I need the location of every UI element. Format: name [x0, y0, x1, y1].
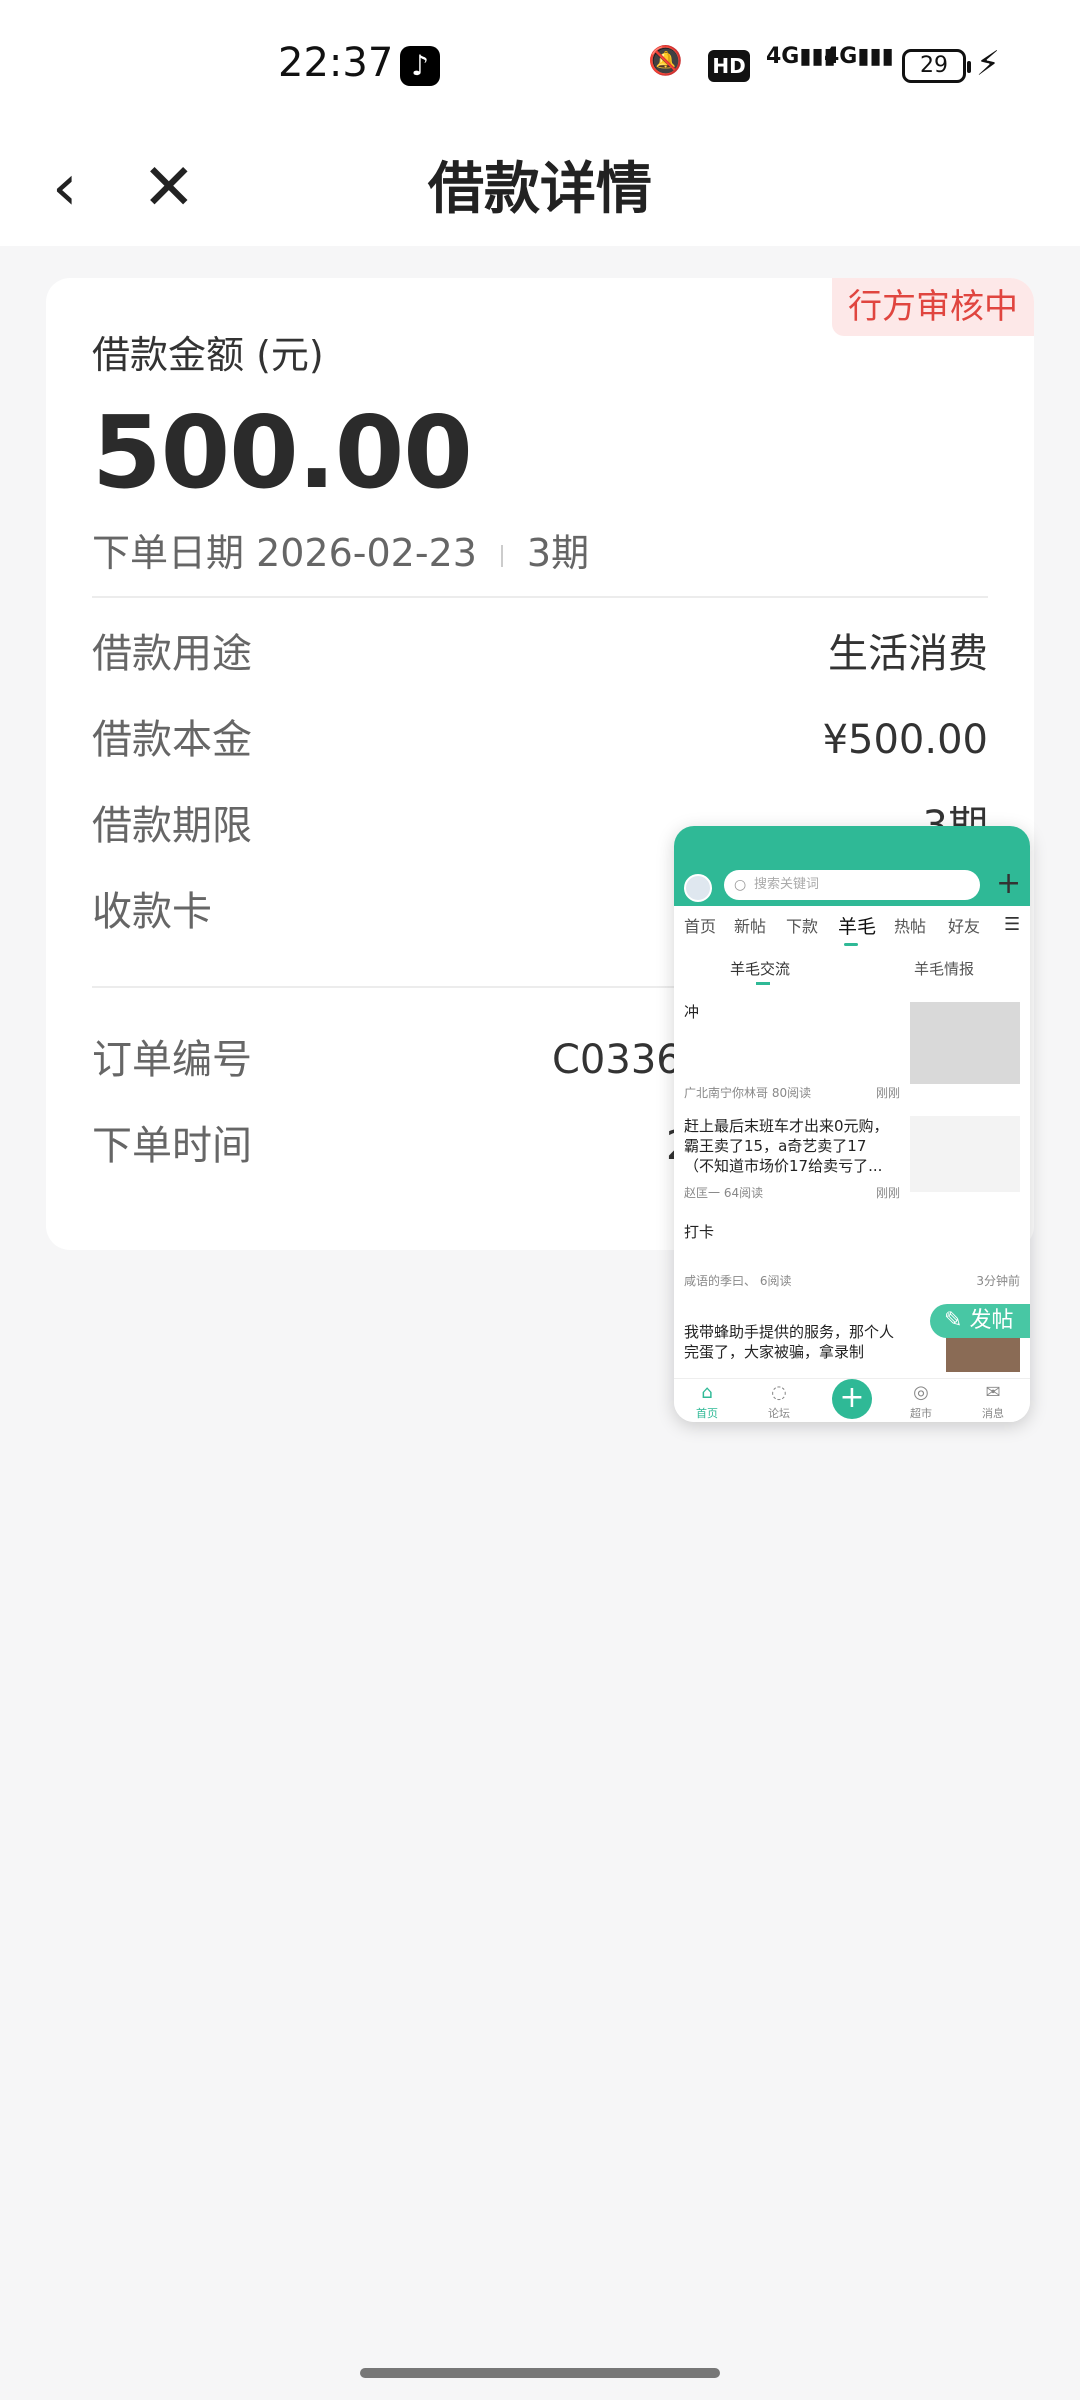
tab-hot[interactable]: 热帖: [894, 912, 926, 942]
tiktok-icon: ♪: [400, 46, 440, 86]
separator: [500, 544, 503, 567]
tab-friends[interactable]: 好友: [948, 912, 980, 942]
battery-icon: 29: [902, 49, 971, 83]
post-thumbnail: [910, 1002, 1020, 1084]
tab-new[interactable]: 新帖: [734, 912, 766, 942]
bag-icon: ◎: [913, 1382, 929, 1403]
search-placeholder: 搜索关键词: [754, 877, 820, 892]
bottom-nav-home[interactable]: ⌂ 首页: [682, 1381, 732, 1421]
bottom-nav-messages[interactable]: ✉ 消息: [968, 1381, 1018, 1421]
detail-label: 借款用途: [92, 631, 252, 677]
center-add-button[interactable]: +: [832, 1379, 872, 1419]
status-time: 22:37: [278, 40, 394, 86]
detail-label: 收款卡: [92, 889, 212, 935]
tab-home[interactable]: 首页: [684, 912, 716, 942]
home-icon: ⌂: [701, 1382, 713, 1403]
post-time: 刚刚: [875, 1186, 900, 1200]
post-time: 刚刚: [875, 1086, 900, 1100]
list-item[interactable]: 打卡 咸语的季曰、 6阅读 3分钟前: [684, 1222, 1020, 1292]
post-title: 冲: [684, 1003, 700, 1021]
detail-label: 借款本金: [92, 717, 252, 763]
post-meta: 咸语的季曰、 6阅读: [684, 1274, 792, 1288]
post-button[interactable]: ✎ 发帖: [930, 1304, 1030, 1338]
add-icon[interactable]: +: [996, 866, 1021, 901]
divider: [92, 596, 988, 598]
tab-loan[interactable]: 下款: [786, 912, 818, 942]
signal-icon-2: 4G▮▮▮: [824, 44, 894, 69]
list-item[interactable]: 冲 广北南宁你林哥 80阅读 刚刚: [684, 1002, 1020, 1102]
post-meta: 广北南宁你林哥 80阅读: [684, 1086, 812, 1100]
detail-row-purpose: 借款用途 生活消费: [92, 624, 988, 684]
home-indicator[interactable]: [360, 2368, 720, 2378]
post-meta: 赵匡一 64阅读: [684, 1186, 764, 1200]
mini-search-input[interactable]: ○ 搜索关键词: [724, 870, 980, 900]
list-item[interactable]: 赶上最后末班车才出来0元购，霸王卖了15，a奇艺卖了17（不知道市场价17给卖亏…: [684, 1116, 1020, 1216]
bottom-nav-market[interactable]: ◎ 超市: [896, 1381, 946, 1421]
post-time: 3分钟前: [976, 1274, 1020, 1288]
order-label: 订单编号: [92, 1037, 252, 1083]
mini-tabs: 首页 新帖 下款 羊毛 热帖 好友: [674, 912, 1030, 946]
detail-value: 生活消费: [828, 631, 988, 677]
chat-icon: ◌: [771, 1382, 787, 1403]
post-title: 赶上最后末班车才出来0元购，霸王卖了15，a奇艺卖了17（不知道市场价17给卖亏…: [684, 1117, 889, 1175]
mail-icon: ✉: [985, 1382, 1001, 1403]
order-label: 下单时间: [92, 1123, 252, 1169]
post-title: 打卡: [684, 1223, 715, 1241]
menu-icon[interactable]: ☰: [1004, 914, 1020, 935]
status-bar: 22:37 ♪ 🔕 HD 4G▮▮▮ 4G▮▮▮ 29 ⚡: [0, 0, 1080, 130]
nav-bar: ‹ ✕ 借款详情: [0, 130, 1080, 246]
order-date: 下单日期 2026-02-23: [92, 531, 477, 575]
detail-label: 借款期限: [92, 803, 252, 849]
bottom-nav-forum[interactable]: ◌ 论坛: [754, 1381, 804, 1421]
floating-window[interactable]: ○ 搜索关键词 + 首页 新帖 下款 羊毛 热帖 好友 ☰ 羊毛交流 羊毛情报 …: [674, 826, 1030, 1422]
mute-bell-icon: 🔕: [648, 44, 683, 77]
amount-label: 借款金额 (元): [92, 333, 324, 377]
subtab-intel[interactable]: 羊毛情报: [914, 958, 974, 979]
detail-value: ¥500.00: [822, 717, 988, 763]
mini-bottom-nav: ⌂ 首页 ◌ 论坛 + ◎ 超市 ✉ 消息: [674, 1378, 1030, 1422]
loan-amount: 500.00: [92, 394, 473, 511]
periods: 3期: [526, 531, 590, 575]
detail-row-principal: 借款本金 ¥500.00: [92, 710, 988, 770]
order-date-line: 下单日期 2026-02-23 3期: [92, 522, 589, 577]
search-icon: ○: [734, 877, 747, 893]
page-title: 借款详情: [428, 157, 652, 222]
post-thumbnail: [910, 1116, 1020, 1192]
tab-wool[interactable]: 羊毛: [838, 912, 876, 946]
post-title: 我带蜂助手提供的服务，那个人完蛋了，大家被骗，拿录制: [684, 1323, 895, 1361]
status-badge: 行方审核中: [832, 278, 1034, 336]
charging-icon: ⚡: [976, 44, 1000, 84]
hd-icon: HD: [708, 50, 750, 82]
subtab-exchange[interactable]: 羊毛交流: [730, 958, 790, 985]
avatar[interactable]: [684, 874, 712, 902]
